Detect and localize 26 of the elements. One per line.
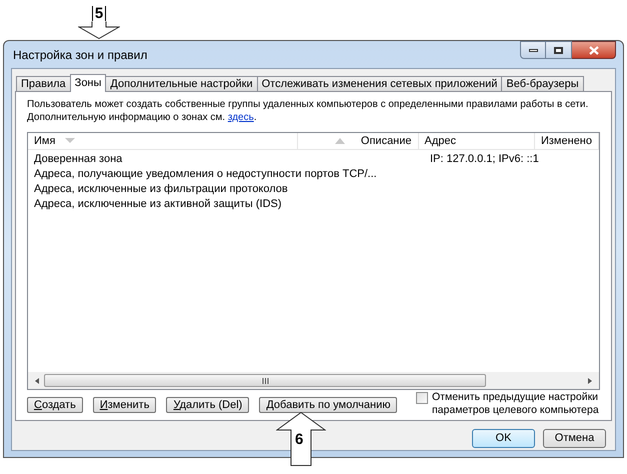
action-button[interactable]: Создать — [27, 397, 83, 413]
action-button[interactable]: Изменить — [92, 397, 156, 413]
dialog-button[interactable]: Отмена — [543, 429, 606, 448]
window-title: Настройка зон и правил — [12, 46, 148, 64]
tab[interactable]: Веб-браузеры — [501, 76, 584, 91]
dialog-button[interactable]: OK — [472, 429, 535, 448]
column-header[interactable]: Имя — [28, 133, 298, 149]
table-cell-text: Адреса, исключенные из активной защиты (IDS) — [33, 197, 283, 212]
checkbox-label: Отменить предыдущие настройки параметров целевого компьютера — [432, 391, 600, 417]
tab[interactable]: Дополнительные настройки — [105, 76, 258, 91]
tab[interactable]: Правила — [16, 76, 71, 91]
description-text: Пользователь может создать собственные группы удаленных компьютеров с определенными правилами работы в сети. Дополнительную информацию о зонах см. здесь. — [27, 98, 590, 124]
table-cell-text: Доверенная зона — [33, 152, 124, 168]
callout-number: 5 — [92, 6, 106, 21]
column-header[interactable]: Адрес — [418, 133, 535, 149]
table-cell-text: Адреса, получающие уведомления о недоступности портов TCP/... — [33, 167, 378, 182]
help-link[interactable]: здесь — [228, 112, 254, 123]
table-cell-text: IP: 127.0.0.1; IPv6: ::1 — [429, 152, 540, 168]
table-cell-text: Адреса, исключенные из фильтрации протоколов — [33, 182, 289, 198]
tab[interactable]: Отслеживать изменения сетевых приложений — [256, 76, 502, 91]
action-button[interactable]: Удалить (Del) — [166, 397, 250, 413]
column-header[interactable]: Описание — [298, 133, 419, 149]
column-header[interactable]: Изменено — [534, 133, 599, 149]
callout-number: 6 — [295, 432, 304, 447]
tab[interactable]: Зоны — [70, 74, 106, 92]
action-button[interactable]: Добавить по умолчанию — [259, 397, 398, 413]
